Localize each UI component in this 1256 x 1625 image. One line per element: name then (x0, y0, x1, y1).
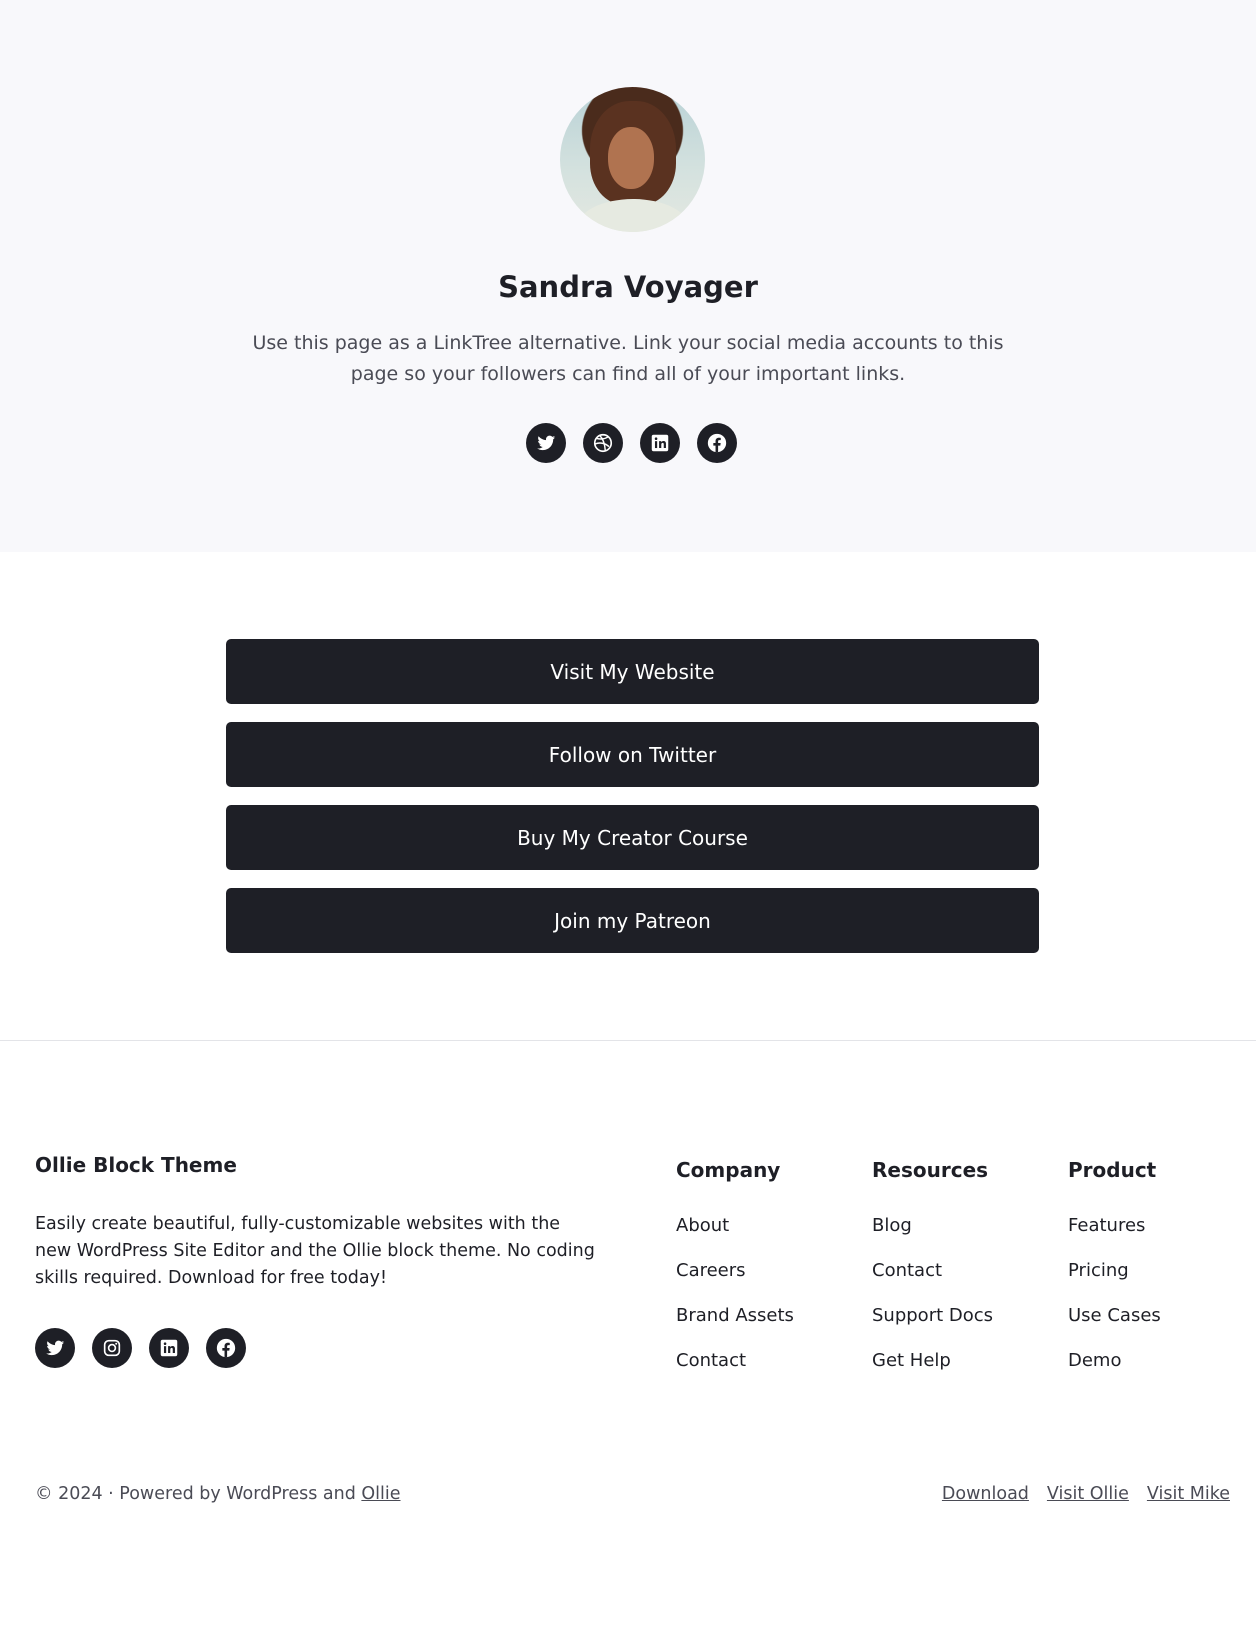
visit-mike-link[interactable]: Visit Mike (1147, 1484, 1230, 1504)
twitter-icon (46, 1340, 65, 1356)
visit-ollie-link[interactable]: Visit Ollie (1047, 1484, 1129, 1504)
footer-linkedin-link[interactable] (149, 1328, 189, 1368)
dribbble-icon (593, 433, 613, 453)
footer-link-contact[interactable]: Contact (676, 1350, 794, 1373)
footer-link-use-cases[interactable]: Use Cases (1068, 1305, 1161, 1328)
footer-divider (0, 1040, 1256, 1041)
footer-link-careers[interactable]: Careers (676, 1260, 794, 1283)
join-patreon-button[interactable]: Join my Patreon (226, 888, 1039, 953)
instagram-icon (103, 1339, 121, 1357)
footer-column-company: Company About Careers Brand Assets Conta… (676, 1158, 794, 1395)
link-buttons: Visit My Website Follow on Twitter Buy M… (226, 639, 1039, 971)
facebook-icon (707, 433, 727, 453)
profile-bio: Use this page as a LinkTree alternative.… (252, 332, 1004, 385)
footer-column-resources: Resources Blog Contact Support Docs Get … (872, 1158, 993, 1395)
profile-header: Sandra Voyager Use this page as a LinkTr… (0, 0, 1256, 552)
dribbble-link[interactable] (583, 423, 623, 463)
facebook-link[interactable] (697, 423, 737, 463)
footer-link-pricing[interactable]: Pricing (1068, 1260, 1161, 1283)
copyright: © 2024 · Powered by WordPress and Ollie (35, 1484, 401, 1504)
ollie-link[interactable]: Ollie (361, 1484, 400, 1504)
copyright-text: © 2024 · Powered by WordPress and (35, 1484, 362, 1504)
footer-link-contact[interactable]: Contact (872, 1260, 993, 1283)
footer-link-about[interactable]: About (676, 1215, 794, 1238)
download-link[interactable]: Download (942, 1484, 1029, 1504)
follow-twitter-button[interactable]: Follow on Twitter (226, 722, 1039, 787)
footer-description: Easily create beautiful, fully-customiza… (35, 1214, 595, 1288)
footer-link-get-help[interactable]: Get Help (872, 1350, 993, 1373)
buy-course-button[interactable]: Buy My Creator Course (226, 805, 1039, 870)
column-title: Product (1068, 1158, 1157, 1182)
linkedin-link[interactable] (640, 423, 680, 463)
footer-social-links (35, 1328, 246, 1368)
footer-link-blog[interactable]: Blog (872, 1215, 993, 1238)
twitter-icon (537, 435, 556, 451)
facebook-icon (216, 1338, 236, 1358)
footer-link-features[interactable]: Features (1068, 1215, 1161, 1238)
footer-facebook-link[interactable] (206, 1328, 246, 1368)
avatar (560, 87, 705, 232)
footer-brand: Ollie Block Theme (35, 1153, 237, 1177)
twitter-link[interactable] (526, 423, 566, 463)
footer-column-product: Product Features Pricing Use Cases Demo (1068, 1158, 1161, 1395)
column-title: Resources (872, 1158, 989, 1182)
linkedin-icon (160, 1339, 178, 1357)
footer-instagram-link[interactable] (92, 1328, 132, 1368)
footer-link-brand-assets[interactable]: Brand Assets (676, 1305, 794, 1328)
footer-link-demo[interactable]: Demo (1068, 1350, 1161, 1373)
profile-name: Sandra Voyager (498, 270, 758, 304)
profile-social-links (526, 423, 737, 463)
visit-website-button[interactable]: Visit My Website (226, 639, 1039, 704)
footer-bottom-links: Download Visit Ollie Visit Mike (942, 1484, 1230, 1504)
footer-link-support-docs[interactable]: Support Docs (872, 1305, 993, 1328)
linkedin-icon (651, 434, 669, 452)
column-title: Company (676, 1158, 781, 1182)
footer-twitter-link[interactable] (35, 1328, 75, 1368)
